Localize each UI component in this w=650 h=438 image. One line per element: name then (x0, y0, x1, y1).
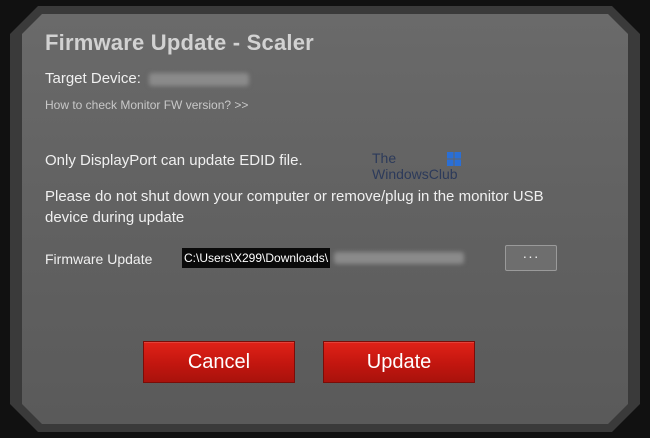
firmware-path-field[interactable]: C:\Users\X299\Downloads\ (182, 248, 497, 268)
update-button[interactable]: Update (323, 341, 475, 383)
firmware-path-redacted (334, 252, 465, 264)
edid-note: Only DisplayPort can update EDID file. (45, 152, 303, 169)
cancel-button[interactable]: Cancel (143, 341, 295, 383)
target-device-value-redacted (149, 72, 250, 86)
windows-logo-icon (447, 152, 461, 166)
target-device-label: Target Device: (45, 70, 141, 87)
watermark-line2: WindowsClub (372, 166, 458, 182)
dialog-title: Firmware Update - Scaler (45, 30, 314, 55)
watermark: The WindowsClub (372, 150, 458, 182)
screen: Firmware Update - Scaler Target Device: … (0, 0, 650, 438)
browse-button[interactable]: ··· (505, 245, 557, 271)
watermark-line1: The (372, 150, 397, 166)
firmware-update-label: Firmware Update (45, 251, 153, 267)
update-warning: Please do not shut down your computer or… (45, 188, 544, 226)
check-fw-version-link[interactable]: How to check Monitor FW version? >> (45, 98, 248, 112)
firmware-path-text: C:\Users\X299\Downloads\ (182, 248, 331, 268)
target-device-row: Target Device: (45, 70, 250, 87)
